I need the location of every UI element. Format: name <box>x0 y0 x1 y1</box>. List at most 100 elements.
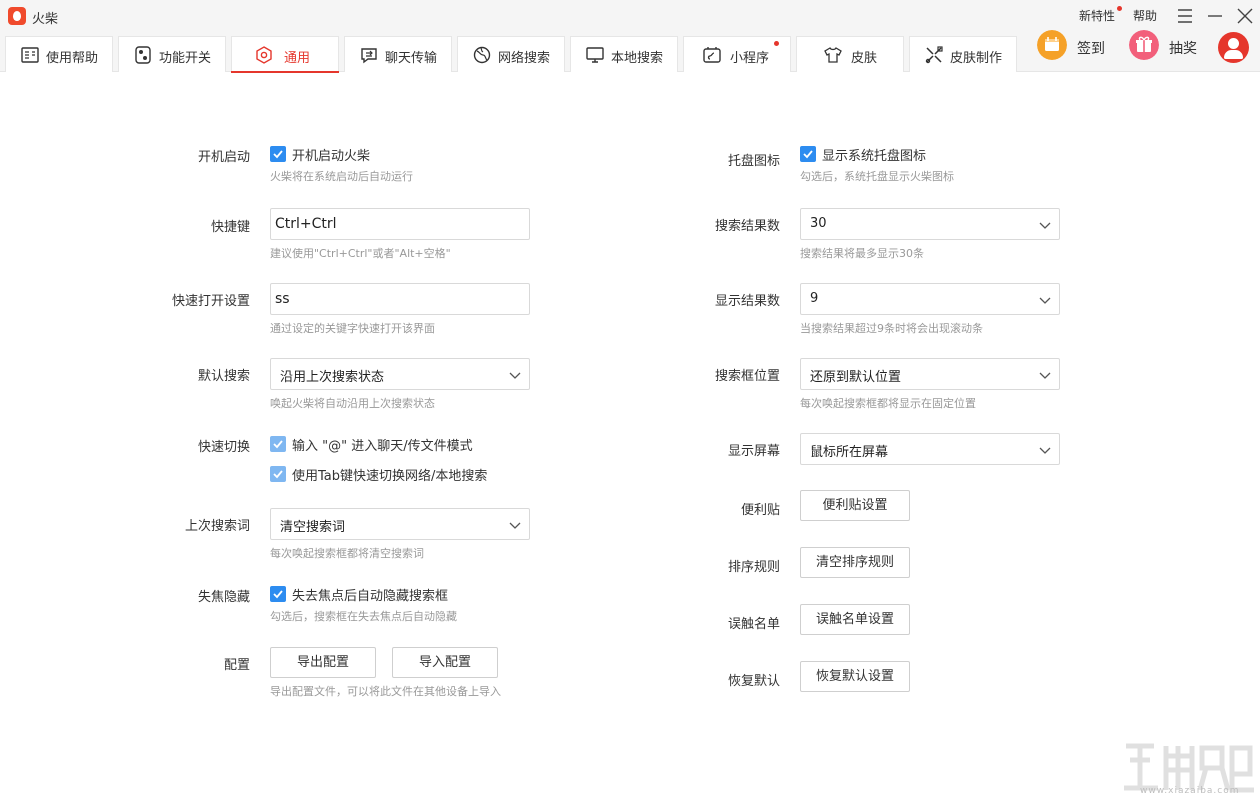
hamburger-icon <box>1178 9 1192 23</box>
tab-label: 皮肤 <box>851 51 878 66</box>
chevron-down-icon <box>1039 297 1051 304</box>
mistouch-settings-button[interactable]: 误触名单设置 <box>800 604 910 635</box>
quick-open-hint: 通过设定的关键字快速打开该界面 <box>270 322 435 335</box>
tab-switch-checkbox[interactable]: 使用Tab键快速切换网络/本地搜索 <box>270 465 520 484</box>
sticky-settings-button[interactable]: 便利贴设置 <box>800 490 910 521</box>
tab-usage-help[interactable]: 使用帮助 <box>5 36 113 72</box>
user-avatar[interactable] <box>1218 32 1249 63</box>
close-button[interactable] <box>1232 4 1258 28</box>
tab-label: 本地搜索 <box>611 51 664 66</box>
check-icon <box>273 440 283 449</box>
tab-label: 皮肤制作 <box>950 51 1003 66</box>
quick-open-input[interactable] <box>270 283 530 315</box>
menu-button[interactable] <box>1172 4 1198 28</box>
blur-hide-label: 失焦隐藏 <box>197 590 250 605</box>
display-count-label: 显示结果数 <box>714 294 780 309</box>
app-logo-icon <box>8 7 26 25</box>
tray-hint: 勾选后，系统托盘显示火柴图标 <box>800 170 954 183</box>
box-position-select[interactable]: 还原到默认位置 <box>800 358 1060 390</box>
hotkey-input[interactable] <box>270 208 530 240</box>
screen-select[interactable]: 鼠标所在屏幕 <box>800 433 1060 465</box>
result-count-label: 搜索结果数 <box>714 219 780 234</box>
chevron-down-icon <box>509 372 521 379</box>
result-count-hint: 搜索结果将最多显示30条 <box>800 247 924 260</box>
box-position-label: 搜索框位置 <box>714 369 780 384</box>
chevron-down-icon <box>1039 447 1051 454</box>
clear-sort-button[interactable]: 清空排序规则 <box>800 547 910 578</box>
startup-hint: 火柴将在系统启动后自动运行 <box>270 170 413 183</box>
tab-local-search[interactable]: 本地搜索 <box>570 36 678 72</box>
blur-hide-text: 失去焦点后自动隐藏搜索框 <box>292 589 449 604</box>
restore-label: 恢复默认 <box>727 674 780 689</box>
gear-icon <box>256 46 272 64</box>
last-query-select[interactable]: 清空搜索词 <box>270 508 530 540</box>
restore-defaults-button[interactable]: 恢复默认设置 <box>800 661 910 692</box>
screen-value: 鼠标所在屏幕 <box>810 445 889 460</box>
quick-switch-label: 快速切换 <box>197 440 250 455</box>
box-position-value: 还原到默认位置 <box>810 370 902 385</box>
tab-chat-transfer[interactable]: 聊天传输 <box>344 36 452 72</box>
close-icon <box>1237 8 1253 24</box>
minimize-icon <box>1208 15 1222 17</box>
new-features-link[interactable]: 新特性 <box>1079 7 1115 24</box>
checkbox-box <box>270 436 286 452</box>
startup-checkbox-text: 开机启动火柴 <box>292 149 371 164</box>
last-query-label: 上次搜索词 <box>184 519 250 534</box>
result-count-select[interactable]: 30 <box>800 208 1060 240</box>
monitor-icon <box>586 47 604 63</box>
tab-web-search[interactable]: 网络搜索 <box>457 36 565 72</box>
check-icon <box>273 150 283 159</box>
check-icon <box>273 590 283 599</box>
last-query-hint: 每次唤起搜索框都将清空搜索词 <box>270 547 424 560</box>
new-features-badge <box>1117 6 1122 11</box>
import-config-button[interactable]: 导入配置 <box>392 647 498 678</box>
gift-icon <box>1129 30 1159 60</box>
tab-label: 聊天传输 <box>385 51 438 66</box>
default-search-label: 默认搜索 <box>197 369 250 384</box>
tray-label: 托盘图标 <box>727 154 780 169</box>
minimize-button[interactable] <box>1202 4 1228 28</box>
check-icon <box>273 470 283 479</box>
tab-label: 小程序 <box>730 51 770 66</box>
default-search-value: 沿用上次搜索状态 <box>280 370 385 385</box>
toggle-switch-icon <box>135 46 151 64</box>
chevron-down-icon <box>1039 372 1051 379</box>
hotkey-hint: 建议使用"Ctrl+Ctrl"或者"Alt+空格" <box>270 247 451 260</box>
hotkey-label: 快捷键 <box>210 220 250 235</box>
lottery-button[interactable]: 抽奖 <box>1129 30 1209 66</box>
at-chat-mode-checkbox[interactable]: 输入 "@" 进入聊天/传文件模式 <box>270 435 510 454</box>
tab-skin-maker[interactable]: 皮肤制作 <box>909 36 1017 72</box>
checkin-button[interactable]: 签到 <box>1037 30 1117 66</box>
default-search-select[interactable]: 沿用上次搜索状态 <box>270 358 530 390</box>
tab-feature-toggles[interactable]: 功能开关 <box>118 36 226 72</box>
checkin-label: 签到 <box>1077 41 1105 57</box>
tray-checkbox-text: 显示系统托盘图标 <box>822 149 927 164</box>
at-chat-mode-text: 输入 "@" 进入聊天/传文件模式 <box>292 439 473 454</box>
display-count-value: 9 <box>810 291 819 306</box>
last-query-value: 清空搜索词 <box>280 520 346 535</box>
tshirt-icon <box>824 47 842 63</box>
help-link[interactable]: 帮助 <box>1133 7 1157 24</box>
tab-skins[interactable]: 皮肤 <box>796 36 904 72</box>
chevron-down-icon <box>509 522 521 529</box>
config-hint: 导出配置文件，可以将此文件在其他设备上导入 <box>270 685 501 698</box>
tab-general[interactable]: 通用 <box>231 36 339 73</box>
export-config-button[interactable]: 导出配置 <box>270 647 376 678</box>
chat-transfer-icon <box>361 48 377 64</box>
lottery-label: 抽奖 <box>1169 41 1197 57</box>
tab-label: 使用帮助 <box>46 51 99 66</box>
blur-hide-checkbox[interactable]: 失去焦点后自动隐藏搜索框 <box>270 585 490 604</box>
startup-checkbox[interactable]: 开机启动火柴 <box>270 145 420 164</box>
tab-mini-programs[interactable]: 小程序 <box>683 36 791 72</box>
app-window: 火柴 新特性 帮助 使用帮助 功能开关 通用 聊天传输 网络搜索 本地搜索 小程… <box>0 0 1260 800</box>
app-title: 火柴 <box>32 12 59 27</box>
tab-label: 网络搜索 <box>498 51 551 66</box>
sort-label: 排序规则 <box>727 560 780 575</box>
tab-label: 通用 <box>284 51 311 66</box>
checkbox-box <box>800 146 816 162</box>
tray-checkbox[interactable]: 显示系统托盘图标 <box>800 145 960 164</box>
result-count-value: 30 <box>810 216 827 231</box>
help-doc-icon <box>21 47 39 63</box>
display-count-select[interactable]: 9 <box>800 283 1060 315</box>
screen-label: 显示屏幕 <box>727 444 780 459</box>
